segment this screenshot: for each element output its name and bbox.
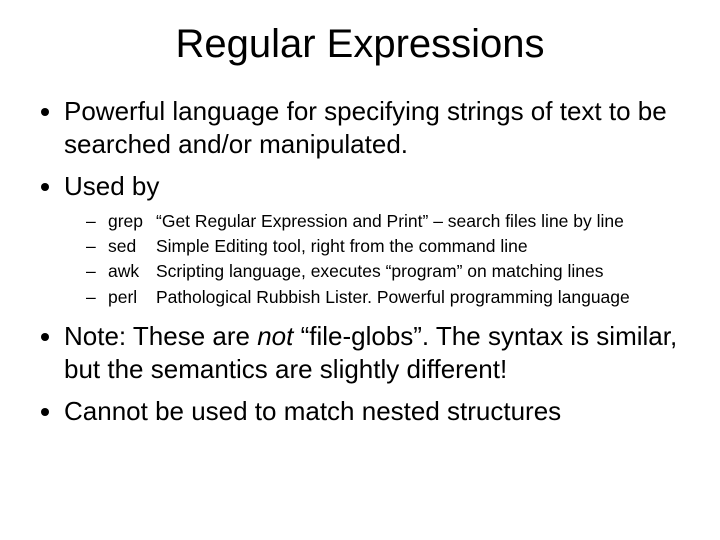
tool-desc: Simple Editing tool, right from the comm… [156, 236, 528, 256]
tool-awk: awkScripting language, executes “program… [86, 259, 686, 284]
tool-desc: Scripting language, executes “program” o… [156, 261, 603, 281]
tool-name: grep [108, 209, 156, 234]
slide-title: Regular Expressions [34, 22, 686, 67]
tool-perl: perlPathological Rubbish Lister. Powerfu… [86, 285, 686, 310]
tool-list: grep“Get Regular Expression and Print” –… [64, 209, 686, 311]
tool-name: perl [108, 285, 156, 310]
bullet-4: Cannot be used to match nested structure… [64, 395, 686, 428]
bullet-1: Powerful language for specifying strings… [64, 95, 686, 160]
slide: Regular Expressions Powerful language fo… [0, 0, 720, 540]
tool-desc: “Get Regular Expression and Print” – sea… [156, 211, 624, 231]
bullet-list: Powerful language for specifying strings… [34, 95, 686, 428]
tool-grep: grep“Get Regular Expression and Print” –… [86, 209, 686, 234]
bullet-3-not: not [257, 321, 293, 351]
bullet-2-text: Used by [64, 171, 159, 201]
bullet-3-a: Note: These are [64, 321, 257, 351]
tool-name: awk [108, 259, 156, 284]
tool-desc: Pathological Rubbish Lister. Powerful pr… [156, 287, 630, 307]
tool-sed: sedSimple Editing tool, right from the c… [86, 234, 686, 259]
tool-name: sed [108, 234, 156, 259]
bullet-2: Used by grep“Get Regular Expression and … [64, 170, 686, 310]
bullet-3: Note: These are not “file-globs”. The sy… [64, 320, 686, 385]
